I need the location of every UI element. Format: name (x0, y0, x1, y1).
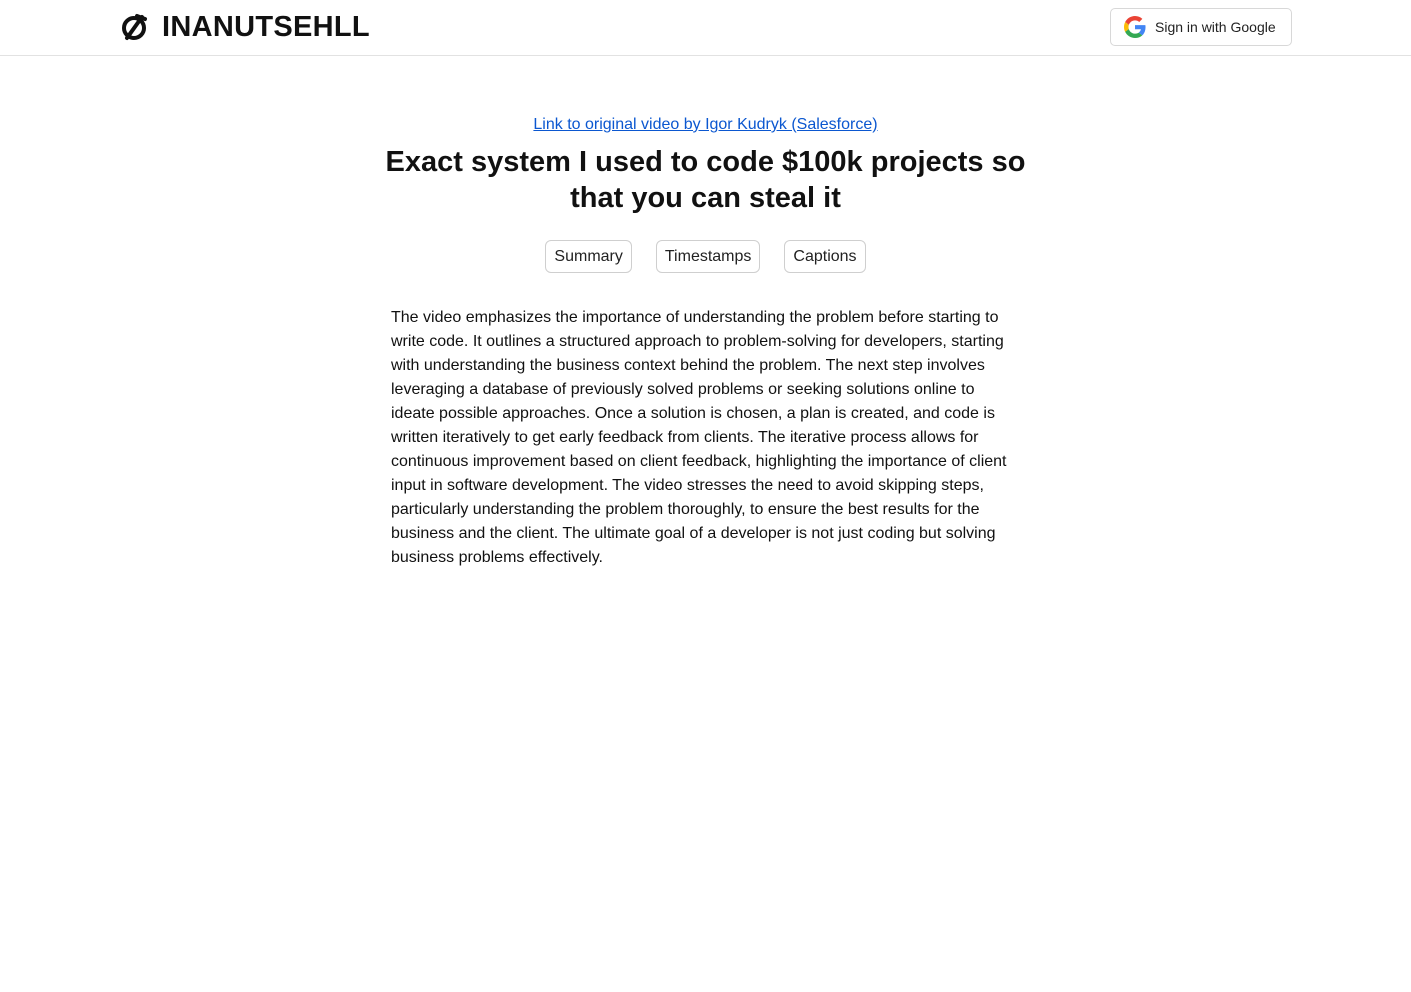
summary-text: The video emphasizes the importance of u… (391, 309, 1007, 566)
brand-name: INANUTSEHLL (162, 11, 370, 43)
nut-logo-icon (118, 11, 150, 43)
tab-summary[interactable]: Summary (545, 240, 632, 273)
tab-timestamps[interactable]: Timestamps (655, 240, 761, 273)
video-title: Exact system I used to code $100k projec… (385, 146, 1026, 214)
brand-home-link[interactable]: INANUTSEHLL (118, 9, 370, 45)
google-signin-label: Sign in with Google (1155, 19, 1276, 35)
view-tabs: Summary Timestamps Captions (0, 240, 1411, 273)
google-signin-button[interactable]: Sign in with Google (1110, 8, 1292, 46)
source-link-row: Link to original video by Igor Kudryk (S… (0, 115, 1411, 135)
site-header: INANUTSEHLL Sign in with Google (0, 0, 1411, 56)
google-g-icon (1124, 16, 1146, 38)
tab-captions[interactable]: Captions (784, 240, 866, 273)
original-video-link[interactable]: Link to original video by Igor Kudryk (S… (533, 116, 877, 133)
